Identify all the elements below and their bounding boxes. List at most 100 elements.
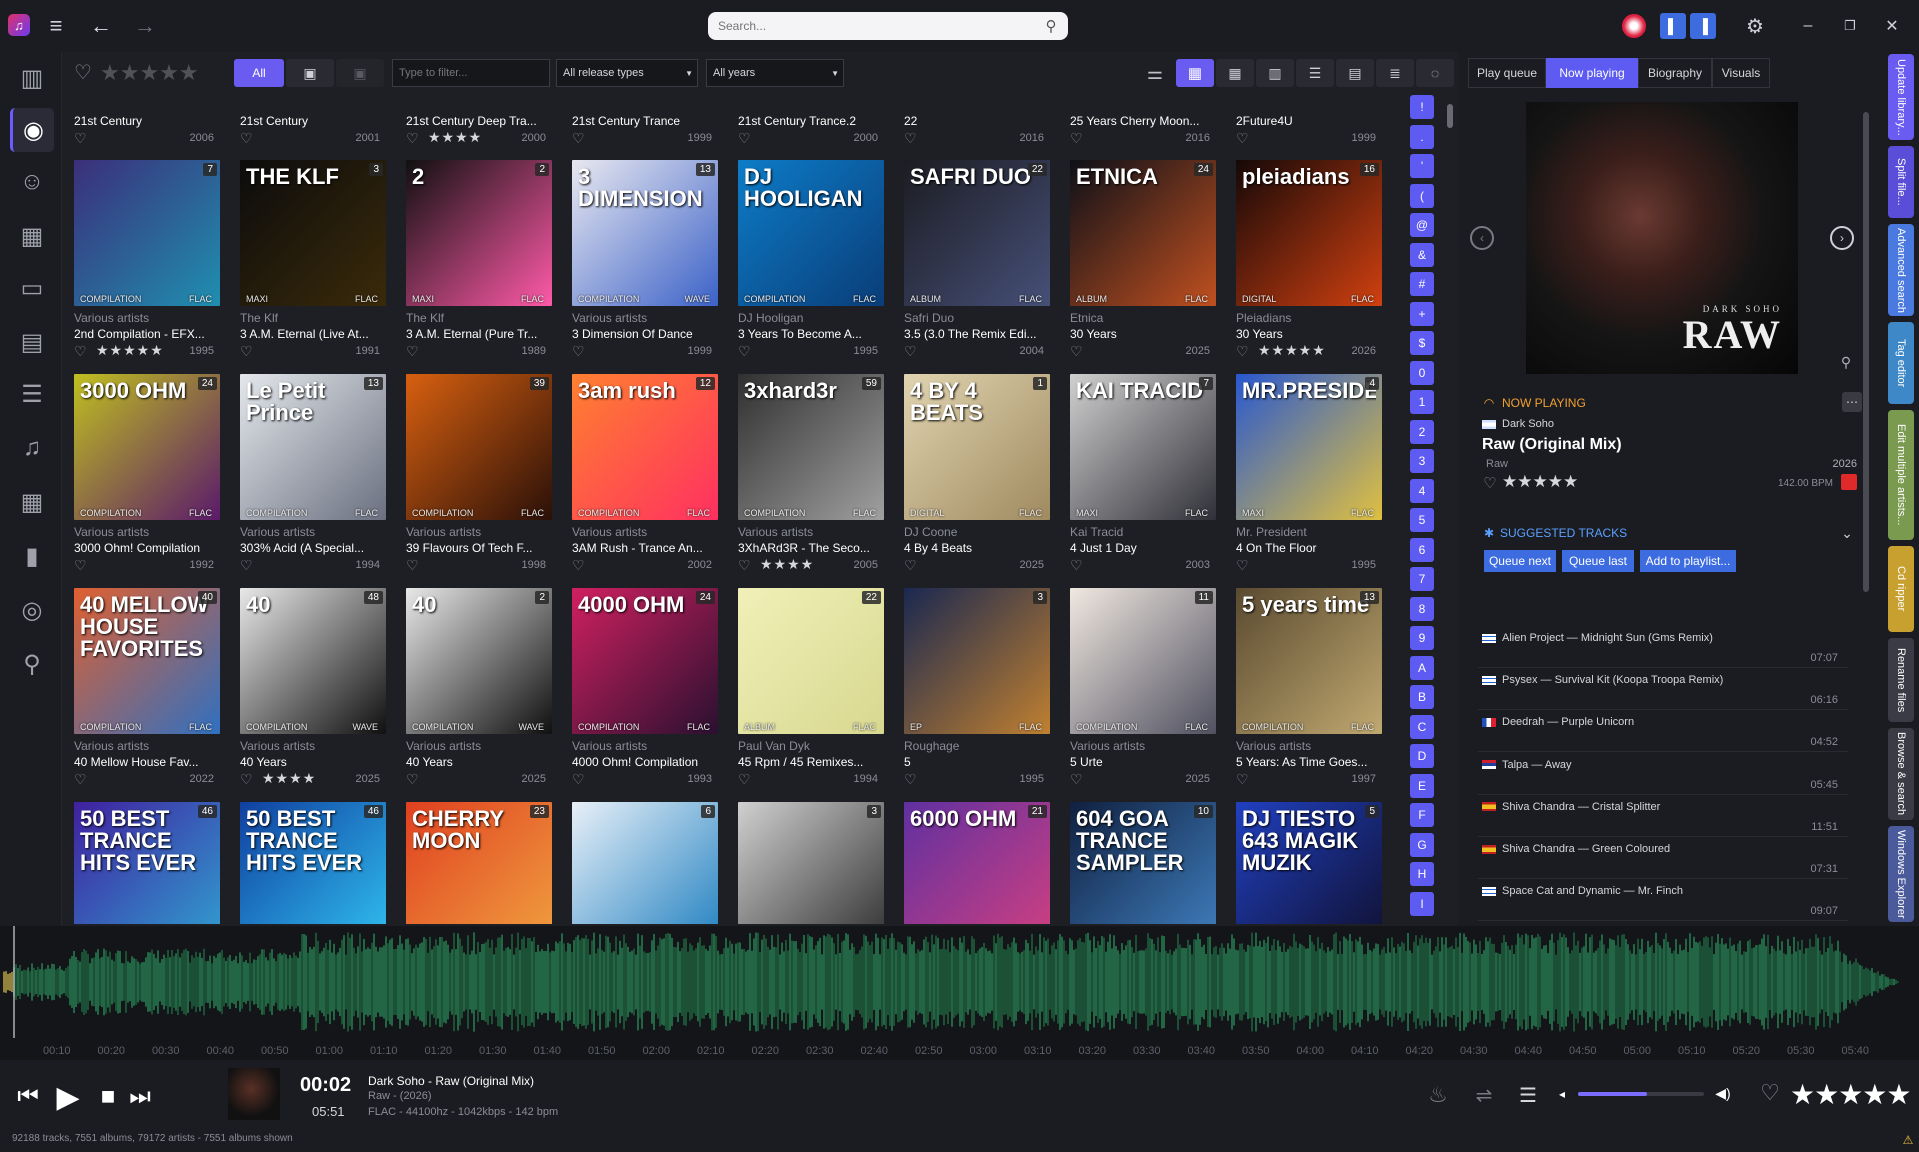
heart-icon[interactable]: ♡ xyxy=(738,771,751,788)
album-tile[interactable]: 3 DIMENSION 13 Compilation WAVE Various arti… xyxy=(572,160,722,360)
tool-tab[interactable]: Advanced search xyxy=(1888,224,1914,316)
album-artist[interactable]: Pleiadians xyxy=(1236,311,1382,325)
tool-tab[interactable]: Rename files xyxy=(1888,638,1914,722)
alpha-jump-button[interactable]: 9 xyxy=(1410,626,1434,650)
album-artist[interactable]: The Klf xyxy=(406,311,552,325)
alpha-jump-button[interactable]: & xyxy=(1410,242,1434,267)
album-title[interactable]: 2nd Compilation - EFX... xyxy=(74,327,220,341)
alpha-jump-button[interactable]: ( xyxy=(1410,183,1434,208)
album-title[interactable]: 21st Century Trance xyxy=(572,114,718,128)
tool-tab[interactable]: Browse & search xyxy=(1888,728,1914,820)
album-rating[interactable]: ★★★★ xyxy=(428,129,482,146)
alpha-jump-button[interactable]: 8 xyxy=(1410,596,1434,621)
album-artist[interactable]: Various artists xyxy=(1070,739,1216,753)
album-cover[interactable]: 3 xyxy=(738,802,884,924)
tool-tab[interactable]: Update library... xyxy=(1888,54,1914,140)
display-icon[interactable]: ▭ xyxy=(10,266,54,310)
album-cover[interactable]: 6000 OHM 21 xyxy=(904,802,1050,924)
alpha-jump-button[interactable]: @ xyxy=(1410,213,1434,237)
right-panel-scrollbar[interactable] xyxy=(1862,102,1870,922)
alpha-jump-button[interactable]: 2 xyxy=(1410,419,1434,444)
heart-icon[interactable]: ♡ xyxy=(572,130,585,147)
alpha-jump-button[interactable]: ' xyxy=(1410,154,1434,178)
rating-filter[interactable]: ★★★★★ xyxy=(100,60,218,85)
album-cover[interactable]: KAI TRACID 7 Maxi FLAC xyxy=(1070,374,1216,520)
album-cover[interactable]: 4000 OHM 24 Compilation FLAC xyxy=(572,588,718,734)
grid-scrollbar-thumb[interactable] xyxy=(1447,104,1453,128)
album-tile[interactable]: pleiadians 16 Digital FLAC Pleiadians 30 Year… xyxy=(1236,160,1386,360)
album-title[interactable]: 5 xyxy=(904,755,1050,769)
album-artist[interactable]: DJ Hooligan xyxy=(738,311,884,325)
more-options-icon[interactable]: ⋯ xyxy=(1842,392,1862,412)
color-tag[interactable] xyxy=(1841,474,1857,490)
player-rating[interactable]: ★★★★★ xyxy=(1790,1078,1914,1110)
album-tile[interactable]: DJ HOOLIGAN Compilation FLAC DJ Hooligan 3 Y… xyxy=(738,160,888,360)
album-cover[interactable]: 3000 OHM 24 Compilation FLAC xyxy=(74,374,220,520)
album-tile[interactable]: 3 xyxy=(738,802,888,924)
album-cover[interactable]: 5 years time 13 Compilation FLAC xyxy=(1236,588,1382,734)
album-tile[interactable]: 7 Compilation FLAC Various artists 2nd Compi… xyxy=(74,160,224,360)
album-artist[interactable]: Various artists xyxy=(572,525,718,539)
heart-icon[interactable]: ♡ xyxy=(738,557,751,574)
album-tile[interactable]: 21st Century ♡ 2001 xyxy=(240,94,390,147)
suggested-track[interactable]: Psysex — Survival Kit (Koopa Troopa Remi… xyxy=(1478,668,1848,711)
repeat-icon[interactable]: ⇌ xyxy=(1470,1080,1498,1110)
alpha-jump-button[interactable]: C xyxy=(1410,714,1434,739)
album-tile[interactable]: 604 GOA TRANCE SAMPLER 10 xyxy=(1070,802,1220,924)
album-artist[interactable]: Various artists xyxy=(572,739,718,753)
player-cover[interactable] xyxy=(228,1068,280,1120)
heart-icon[interactable]: ♡ xyxy=(406,557,419,574)
alpha-jump-button[interactable]: 0 xyxy=(1410,360,1434,385)
favorite-heart-icon[interactable]: ♡ xyxy=(1482,474,1498,492)
heart-icon[interactable]: ♡ xyxy=(572,771,585,788)
view-large-grid-icon[interactable]: ▦ xyxy=(1176,59,1214,87)
album-tile[interactable]: 21st Century Trance.2 ♡ 2000 xyxy=(738,94,888,147)
album-title[interactable]: 40 Years xyxy=(406,755,552,769)
heart-icon[interactable]: ♡ xyxy=(1070,130,1083,147)
album-artist[interactable]: Various artists xyxy=(738,525,884,539)
alpha-jump-button[interactable]: E xyxy=(1410,773,1434,798)
heart-icon[interactable]: ♡ xyxy=(1236,130,1249,147)
albums-icon[interactable]: ◉ xyxy=(10,108,54,152)
album-tile[interactable]: 22 Album FLAC Paul Van Dyk 45 Rpm / 45 Remix… xyxy=(738,588,888,788)
album-artist[interactable]: DJ Coone xyxy=(904,525,1050,539)
album-title[interactable]: 21st Century xyxy=(74,114,220,128)
album-tile[interactable]: MR.PRESIDENT4 Maxi FLAC Mr. President 4 On T… xyxy=(1236,374,1386,574)
filter-images-icon[interactable]: ▣ xyxy=(286,59,334,87)
album-artist[interactable]: Various artists xyxy=(1236,739,1382,753)
grid-scrollbar[interactable] xyxy=(1446,94,1454,914)
heart-icon[interactable]: ♡ xyxy=(904,343,917,360)
album-title[interactable]: 30 Years xyxy=(1236,327,1382,341)
alpha-jump-button[interactable]: $ xyxy=(1410,331,1434,355)
heart-icon[interactable]: ♡ xyxy=(1236,343,1249,360)
album-tile[interactable]: 2 2 Maxi FLAC The Klf 3 A.M. Eternal (Pure Tr… xyxy=(406,160,556,360)
years-select[interactable]: All years ▼ xyxy=(706,59,844,87)
album-cover[interactable]: SAFRI DUO 22 Album FLAC xyxy=(904,160,1050,306)
volume-high-icon[interactable]: ◀) xyxy=(1712,1082,1734,1104)
album-artist[interactable]: Kai Tracid xyxy=(1070,525,1216,539)
heart-icon[interactable]: ♡ xyxy=(240,130,253,147)
alpha-jump-button[interactable]: I xyxy=(1410,891,1434,916)
album-cover[interactable]: DJ HOOLIGAN Compilation FLAC xyxy=(738,160,884,306)
filter-input[interactable] xyxy=(392,59,550,87)
zoom-icon[interactable]: ⚲ xyxy=(1836,352,1856,372)
lightbulb-icon[interactable]: ◌ xyxy=(1416,59,1454,87)
album-title[interactable]: 4 On The Floor xyxy=(1236,541,1382,555)
album-artist[interactable]: Various artists xyxy=(572,311,718,325)
minimize-icon[interactable]: – xyxy=(1796,14,1820,38)
album-tile[interactable]: 4000 OHM 24 Compilation FLAC Various artists… xyxy=(572,588,722,788)
playlists-icon[interactable]: ☰ xyxy=(10,372,54,416)
tracks-icon[interactable]: ♫ xyxy=(10,426,54,470)
album-tile[interactable]: 3am rush 12 Compilation FLAC Various artists… xyxy=(572,374,722,574)
waveform-seekbar[interactable]: 00:10 00:20 00:30 00:40 00:50 01:00 01:10 01:20… xyxy=(0,926,1919,1060)
filter-no-images-icon[interactable]: ▣ xyxy=(336,59,384,87)
album-cover[interactable]: 6 xyxy=(572,802,718,924)
waveform[interactable] xyxy=(0,926,1919,1060)
album-title[interactable]: 30 Years xyxy=(1070,327,1216,341)
album-title[interactable]: 5 Years: As Time Goes... xyxy=(1236,755,1382,769)
album-tile[interactable]: 11 Compilation FLAC Various artists 5 Urte ♡ 2… xyxy=(1070,588,1220,788)
view-columns-icon[interactable]: ▥ xyxy=(1256,59,1294,87)
album-title[interactable]: 303% Acid (A Special... xyxy=(240,541,386,555)
album-cover[interactable]: 3 DIMENSION 13 Compilation WAVE xyxy=(572,160,718,306)
album-title[interactable]: 3 A.M. Eternal (Pure Tr... xyxy=(406,327,552,341)
